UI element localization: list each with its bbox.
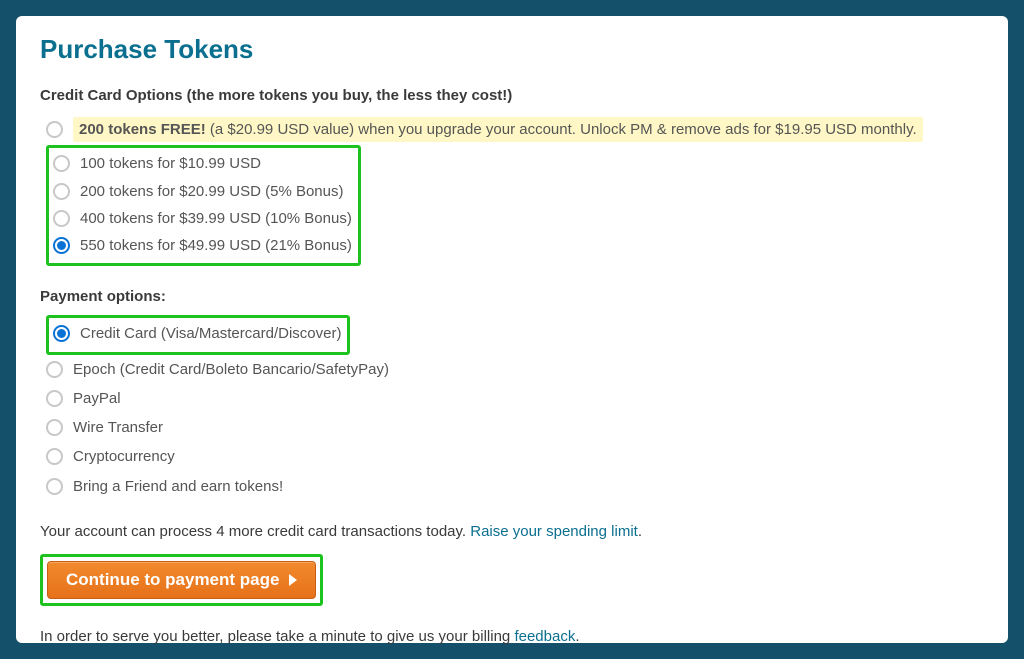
payment-option-label: Wire Transfer [73,416,163,439]
payment-option-referral[interactable]: Bring a Friend and earn tokens! [46,472,984,501]
payment-option-cc[interactable]: Credit Card (Visa/Mastercard/Discover) [53,320,341,347]
cc-option-1[interactable]: 200 tokens for $20.99 USD (5% Bonus) [53,178,352,205]
radio-icon[interactable] [53,183,70,200]
payment-highlight: Credit Card (Visa/Mastercard/Discover) [46,315,350,354]
cc-options-highlight: 100 tokens for $10.99 USD 200 tokens for… [46,145,361,266]
payment-option-label: Epoch (Credit Card/Boleto Bancario/Safet… [73,358,389,381]
radio-icon[interactable] [53,325,70,342]
chevron-right-icon [289,574,297,586]
cc-option-label: 550 tokens for $49.99 USD (21% Bonus) [80,234,352,257]
radio-icon[interactable] [53,210,70,227]
cc-options-group: 200 tokens FREE! (a $20.99 USD value) wh… [46,114,984,266]
payment-option-label: PayPal [73,387,121,410]
radio-icon[interactable] [46,478,63,495]
cc-option-label: 200 tokens for $20.99 USD (5% Bonus) [80,180,343,203]
payment-options-heading: Payment options: [40,288,984,305]
continue-button-highlight: Continue to payment page [40,554,323,606]
transaction-limit-line: Your account can process 4 more credit c… [40,523,984,540]
billing-feedback-line: In order to serve you better, please tak… [40,628,984,645]
cc-option-0[interactable]: 100 tokens for $10.99 USD [53,150,352,177]
cc-option-label: 100 tokens for $10.99 USD [80,152,261,175]
cc-option-2[interactable]: 400 tokens for $39.99 USD (10% Bonus) [53,205,352,232]
cc-option-label: 400 tokens for $39.99 USD (10% Bonus) [80,207,352,230]
radio-icon[interactable] [53,237,70,254]
cc-option-3[interactable]: 550 tokens for $49.99 USD (21% Bonus) [53,232,352,259]
radio-icon[interactable] [46,419,63,436]
radio-icon[interactable] [46,390,63,407]
payment-option-paypal[interactable]: PayPal [46,384,984,413]
feedback-link[interactable]: feedback [514,628,575,645]
radio-icon[interactable] [46,361,63,378]
payment-option-epoch[interactable]: Epoch (Credit Card/Boleto Bancario/Safet… [46,355,984,384]
cc-option-promo[interactable]: 200 tokens FREE! (a $20.99 USD value) wh… [46,114,984,145]
radio-icon[interactable] [46,121,63,138]
promo-label: 200 tokens FREE! (a $20.99 USD value) wh… [73,117,923,142]
purchase-tokens-card: Purchase Tokens Credit Card Options (the… [16,16,1008,643]
payment-option-wire[interactable]: Wire Transfer [46,413,984,442]
page-title: Purchase Tokens [40,34,984,65]
payment-option-label: Bring a Friend and earn tokens! [73,475,283,498]
payment-option-label: Cryptocurrency [73,445,175,468]
radio-icon[interactable] [53,155,70,172]
continue-button-label: Continue to payment page [66,570,279,590]
payment-option-crypto[interactable]: Cryptocurrency [46,442,984,471]
radio-icon[interactable] [46,448,63,465]
payment-options-group: Credit Card (Visa/Mastercard/Discover) E… [46,315,984,501]
raise-limit-link[interactable]: Raise your spending limit [470,523,638,540]
continue-button[interactable]: Continue to payment page [47,561,316,599]
payment-option-label: Credit Card (Visa/Mastercard/Discover) [80,322,341,345]
cc-options-heading: Credit Card Options (the more tokens you… [40,87,984,104]
